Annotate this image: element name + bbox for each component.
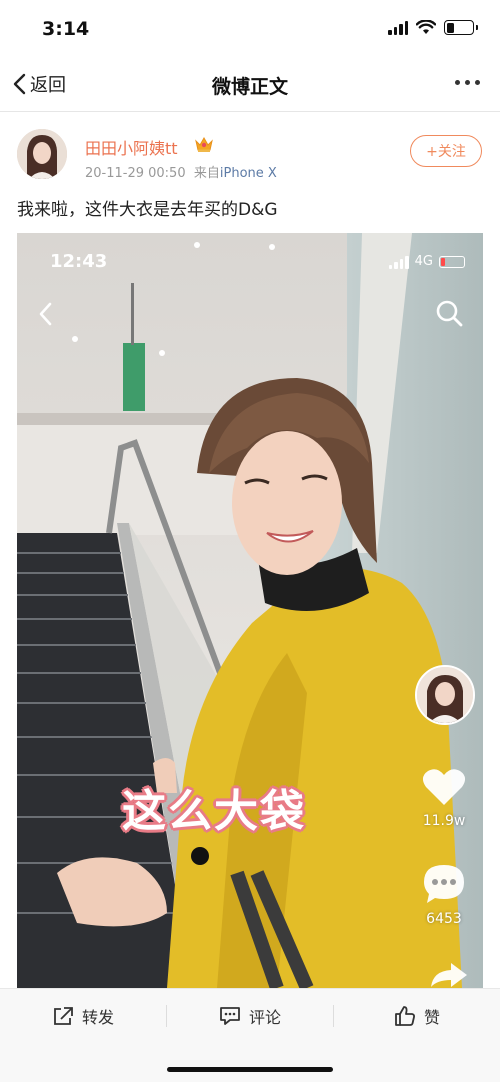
comment-icon: [220, 1007, 240, 1025]
video-battery-icon: [439, 255, 465, 268]
repost-button[interactable]: 转发: [0, 989, 166, 1043]
repost-icon: [54, 1007, 73, 1025]
more-icon[interactable]: [451, 76, 484, 89]
like-count: 11.9w: [422, 813, 466, 829]
status-bar: 3:14: [0, 0, 500, 58]
video-like-button[interactable]: 11.9w: [419, 767, 469, 829]
status-time: 3:14: [42, 18, 90, 40]
share-arrow-icon[interactable]: [429, 961, 469, 987]
video-frame: [17, 233, 483, 988]
video-status-time: 12:43: [50, 251, 108, 272]
post-text: 我来啦，这件大衣是去年买的D&G: [17, 200, 278, 220]
video-network-label: 4G: [414, 254, 433, 269]
avatar[interactable]: [17, 129, 67, 179]
nav-bar: 返回 微博正文: [0, 58, 500, 112]
comment-button[interactable]: 评论: [167, 989, 333, 1043]
post-source-prefix: 来自: [193, 166, 220, 181]
post-header: 田田小阿姨tt 20-11-29 00:50 来自iPhone X +关注: [0, 125, 500, 185]
page-title: 微博正文: [211, 76, 288, 98]
comment-count: 6453: [426, 911, 462, 927]
post-meta: 20-11-29 00:50 来自iPhone X: [85, 162, 277, 181]
comment-label: 评论: [248, 1008, 281, 1027]
video-status-icons: 4G: [388, 254, 465, 269]
post-source-device[interactable]: iPhone X: [220, 166, 277, 181]
video-caption: 这么大袋: [122, 786, 306, 837]
video-player[interactable]: 12:43 4G 这么大袋 11.9w 6453: [17, 233, 483, 988]
repost-label: 转发: [81, 1008, 114, 1027]
video-author-avatar[interactable]: [415, 665, 475, 725]
wifi-icon: [416, 20, 436, 34]
search-icon[interactable]: [435, 299, 463, 327]
post-timestamp: 20-11-29 00:50: [85, 166, 186, 181]
status-icons: [388, 20, 478, 35]
signal-icon: [388, 20, 408, 35]
thumbs-up-icon: [395, 1006, 415, 1026]
video-back-icon[interactable]: [37, 301, 55, 327]
video-comment-button[interactable]: 6453: [419, 863, 469, 927]
like-button[interactable]: 赞: [334, 989, 500, 1043]
crown-icon: [195, 136, 213, 152]
like-label: 赞: [423, 1008, 440, 1027]
home-indicator: [167, 1067, 333, 1072]
video-signal-icon: [388, 255, 409, 269]
heart-icon: [422, 769, 466, 805]
follow-button[interactable]: +关注: [410, 135, 482, 167]
author-name[interactable]: 田田小阿姨tt: [85, 135, 178, 159]
battery-icon: [444, 20, 478, 35]
comment-bubble-icon: [424, 865, 464, 903]
